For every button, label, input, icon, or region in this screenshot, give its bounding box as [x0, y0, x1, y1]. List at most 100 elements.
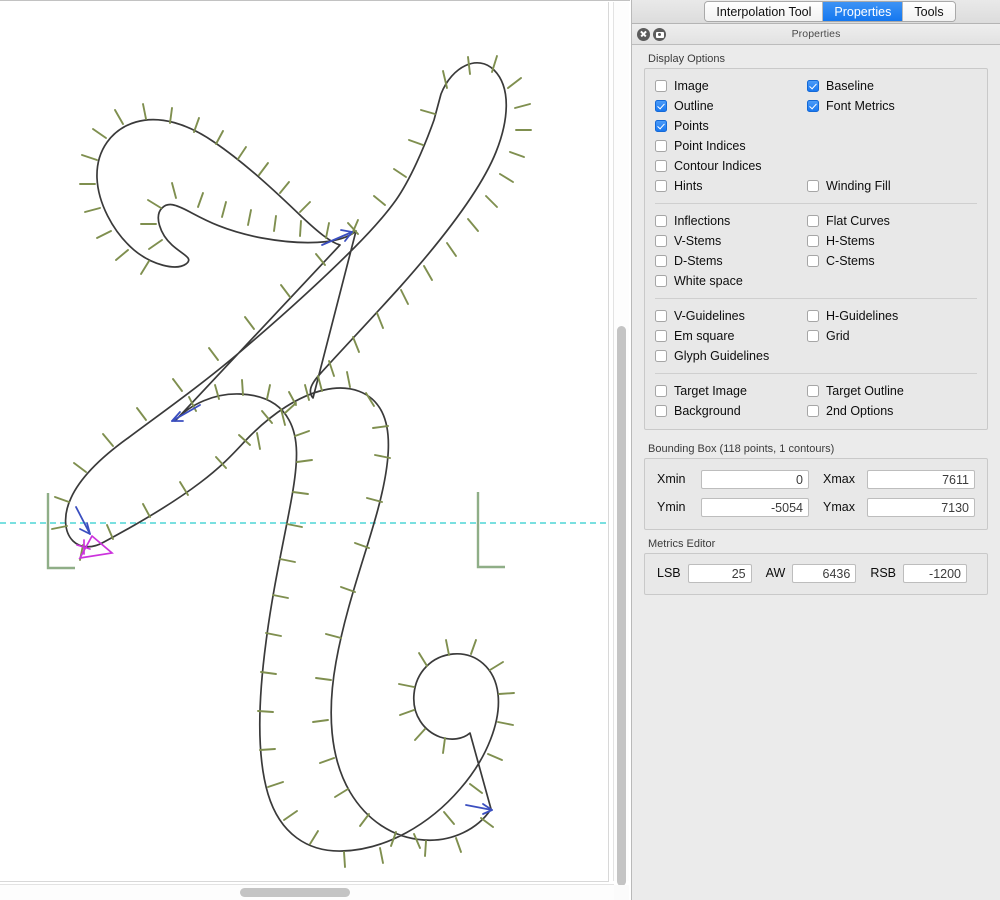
checkbox-baseline[interactable]: [807, 80, 819, 92]
checkbox-label-glyph-guidelines: Glyph Guidelines: [674, 349, 770, 363]
checkbox-d-stems[interactable]: [655, 255, 667, 267]
metrics-editor-group: Metrics Editor LSB 25 AW 6436 RSB -1200: [644, 538, 988, 595]
checkbox-points[interactable]: [655, 120, 667, 132]
checkbox-row-white-space[interactable]: White space: [655, 271, 807, 291]
scrollbar-corner: [614, 885, 629, 900]
checkbox-glyph-guidelines[interactable]: [655, 350, 667, 362]
checkbox-row-inflections[interactable]: Inflections: [655, 211, 807, 231]
checkbox-row-h-stems[interactable]: H-Stems: [807, 231, 959, 251]
camera-icon[interactable]: [653, 27, 666, 41]
checkbox-label-baseline: Baseline: [826, 79, 874, 93]
tab-interpolation-tool[interactable]: Interpolation Tool: [705, 2, 824, 21]
checkbox-2nd-options[interactable]: [807, 405, 819, 417]
close-icon[interactable]: [637, 27, 650, 41]
checkbox-row-h-guidelines[interactable]: H-Guidelines: [807, 306, 959, 326]
checkbox-row-hints[interactable]: Hints: [655, 176, 807, 196]
ymin-cell: Ymin -5054: [649, 497, 809, 517]
checkbox-row-v-stems[interactable]: V-Stems: [655, 231, 807, 251]
checkbox-label-c-stems: C-Stems: [826, 254, 875, 268]
checkbox-label-font-metrics: Font Metrics: [826, 99, 895, 113]
checkbox-label-contour-indices: Contour Indices: [674, 159, 762, 173]
checkbox-white-space[interactable]: [655, 275, 667, 287]
checkbox-em-square[interactable]: [655, 330, 667, 342]
section-3-left-column: V-Guidelines Em square Glyph Guidelines: [655, 306, 807, 366]
glyph-edit-surface[interactable]: [0, 2, 609, 882]
checkbox-row-points[interactable]: Points: [655, 116, 807, 136]
checkbox-hints[interactable]: [655, 180, 667, 192]
checkbox-row-grid[interactable]: Grid: [807, 326, 959, 346]
tab-properties[interactable]: Properties: [823, 2, 904, 21]
canvas-vertical-scrollbar-thumb[interactable]: [617, 326, 626, 886]
checkbox-row-flat-curves[interactable]: Flat Curves: [807, 211, 959, 231]
selected-point-handles: [76, 535, 114, 560]
rsb-field[interactable]: -1200: [903, 563, 968, 583]
checkbox-row-winding-fill[interactable]: Winding Fill: [807, 176, 959, 196]
checkbox-label-white-space: White space: [674, 274, 743, 288]
checkbox-flat-curves[interactable]: [807, 215, 819, 227]
checkbox-h-stems[interactable]: [807, 235, 819, 247]
bounding-box-box: Xmin 0 Xmax 7611 Ymin -5054 Ymax 7130: [644, 458, 988, 530]
checkbox-row-contour-indices[interactable]: Contour Indices: [655, 156, 807, 176]
display-options-section-1: Image Outline Points Point Indices Conto…: [655, 76, 977, 196]
checkbox-font-metrics[interactable]: [807, 100, 819, 112]
checkbox-row-d-stems[interactable]: D-Stems: [655, 251, 807, 271]
checkbox-row-target-image[interactable]: Target Image: [655, 381, 807, 401]
bounding-box-row-x: Xmin 0 Xmax 7611: [649, 465, 979, 493]
canvas-vertical-scrollbar[interactable]: [613, 2, 629, 886]
checkbox-label-v-guidelines: V-Guidelines: [674, 309, 745, 323]
checkbox-row-baseline[interactable]: Baseline: [807, 76, 959, 96]
checkbox-row-point-indices[interactable]: Point Indices: [655, 136, 807, 156]
checkbox-target-outline[interactable]: [807, 385, 819, 397]
checkbox-v-stems[interactable]: [655, 235, 667, 247]
tab-tools[interactable]: Tools: [903, 2, 955, 21]
rsb-label: RSB: [870, 566, 897, 580]
checkbox-row-glyph-guidelines[interactable]: Glyph Guidelines: [655, 346, 807, 366]
display-options-box: Image Outline Points Point Indices Conto…: [644, 68, 988, 430]
canvas-horizontal-scrollbar-thumb[interactable]: [240, 888, 350, 897]
checkbox-image[interactable]: [655, 80, 667, 92]
panel-strip-icons: [637, 27, 666, 41]
checkbox-inflections[interactable]: [655, 215, 667, 227]
glyph-canvas-pane[interactable]: [0, 0, 630, 900]
checkbox-v-guidelines[interactable]: [655, 310, 667, 322]
checkbox-winding-fill[interactable]: [807, 180, 819, 192]
checkbox-grid[interactable]: [807, 330, 819, 342]
lsb-field[interactable]: 25: [687, 563, 752, 583]
checkbox-h-guidelines[interactable]: [807, 310, 819, 322]
checkbox-c-stems[interactable]: [807, 255, 819, 267]
ymin-field[interactable]: -5054: [701, 497, 809, 517]
checkbox-label-em-square: Em square: [674, 329, 735, 343]
glyph-contour: [64, 61, 508, 852]
aw-label: AW: [765, 566, 786, 580]
point-normal-ticks: [51, 55, 532, 868]
app-window: Interpolation Tool Properties Tools Prop…: [0, 0, 1000, 900]
checkbox-background[interactable]: [655, 405, 667, 417]
aw-field[interactable]: 6436: [792, 563, 857, 583]
checkbox-contour-indices[interactable]: [655, 160, 667, 172]
checkbox-row-font-metrics[interactable]: Font Metrics: [807, 96, 959, 116]
checkbox-label-h-stems: H-Stems: [826, 234, 875, 248]
checkbox-row-image[interactable]: Image: [655, 76, 807, 96]
checkbox-row-outline[interactable]: Outline: [655, 96, 807, 116]
ymax-field[interactable]: 7130: [867, 497, 975, 517]
checkbox-row-2nd-options[interactable]: 2nd Options: [807, 401, 959, 421]
xmin-cell: Xmin 0: [649, 469, 809, 489]
xmax-field[interactable]: 7611: [867, 469, 975, 489]
checkbox-point-indices[interactable]: [655, 140, 667, 152]
panel-title-strip: Properties: [632, 24, 1000, 45]
bounding-box-row-y: Ymin -5054 Ymax 7130: [649, 493, 979, 521]
checkbox-row-c-stems[interactable]: C-Stems: [807, 251, 959, 271]
checkbox-row-em-square[interactable]: Em square: [655, 326, 807, 346]
checkbox-row-target-outline[interactable]: Target Outline: [807, 381, 959, 401]
checkbox-row-background[interactable]: Background: [655, 401, 807, 421]
section-divider-3: [655, 373, 977, 374]
checkbox-outline[interactable]: [655, 100, 667, 112]
canvas-horizontal-scrollbar[interactable]: [0, 884, 614, 900]
direction-arrow-middle: [171, 404, 201, 422]
display-options-section-2: Inflections V-Stems D-Stems White space …: [655, 211, 977, 291]
checkbox-row-v-guidelines[interactable]: V-Guidelines: [655, 306, 807, 326]
xmin-field[interactable]: 0: [701, 469, 809, 489]
checkbox-label-image: Image: [674, 79, 709, 93]
checkbox-target-image[interactable]: [655, 385, 667, 397]
metrics-editor-label: Metrics Editor: [648, 538, 716, 550]
